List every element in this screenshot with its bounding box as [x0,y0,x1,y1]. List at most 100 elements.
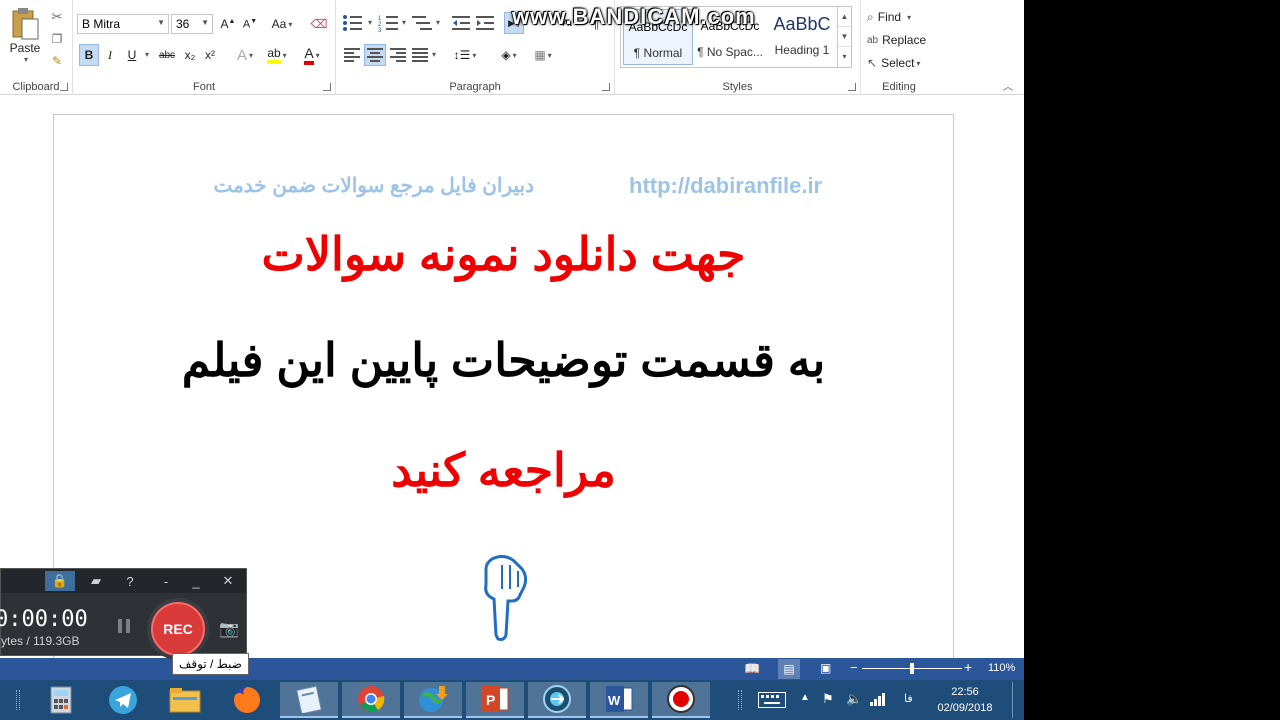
styles-group-label: Styles [722,81,753,93]
superscript-button[interactable]: x² [201,44,219,66]
calculator-icon [50,686,72,714]
highlight-button[interactable]: ab ▾ [263,44,291,66]
copy-icon: ❐ [51,32,63,46]
calculator-task[interactable] [32,682,90,718]
flag-icon[interactable]: ⚑ [822,691,834,707]
bullets-icon[interactable] [342,14,366,32]
pause-button[interactable] [118,619,132,635]
text-effects-button[interactable]: A ▾ [233,44,257,66]
style-heading-1[interactable]: AaBbC Heading 1 [767,9,837,65]
folder-icon[interactable]: ▰ [81,571,111,591]
select-button[interactable]: ↖ Select ▾ [867,54,920,72]
bandicam-task[interactable] [652,682,710,718]
find-button[interactable]: ⌕ Find ▾ [867,8,911,26]
chrome-task[interactable] [342,682,400,718]
web-layout-icon[interactable]: ▣ [820,661,831,675]
gallery-more-icon[interactable]: ▾ [838,47,851,67]
network-signal-icon[interactable] [870,692,886,706]
chevron-down-icon[interactable]: ▼ [838,27,851,47]
zoom-in-button[interactable]: + [964,659,972,675]
input-language[interactable]: فا [904,692,913,705]
styles-launcher[interactable] [848,83,856,91]
font-name-value: B Mitra [82,17,121,31]
font-color-button[interactable]: A ▾ [297,44,327,66]
line-spacing-icon: ↕☰ [453,48,471,62]
numbering-icon[interactable]: 1 2 3 [378,14,402,32]
paragraph-launcher[interactable] [602,83,610,91]
rec-button[interactable]: REC [151,602,205,656]
italic-button[interactable]: I [101,44,119,66]
chevron-down-icon: ▼ [157,18,165,27]
align-center-button[interactable] [364,44,386,66]
chevron-up-icon: ︿ [1003,81,1013,93]
clear-formatting-button[interactable]: ⌫ [309,14,329,34]
paste-button[interactable]: Paste ▾ [4,4,46,66]
replace-label: Replace [882,33,927,47]
camera-icon[interactable]: 📷 [219,619,239,639]
gallery-scroll[interactable]: ▲ ▼ ▾ [837,7,851,67]
zoom-slider-thumb[interactable] [910,663,914,674]
grow-font-button[interactable]: A▲ [219,14,237,34]
minimize-mode-icon[interactable]: - [151,571,181,591]
powerpoint-icon: P [482,686,509,712]
print-layout-icon[interactable]: ▤ [778,659,800,679]
notepad-task[interactable] [280,682,338,718]
file-explorer-task[interactable] [156,682,214,718]
copy-button[interactable]: ❐ [48,30,66,48]
folder-icon [169,688,201,713]
teamviewer-task[interactable] [528,682,586,718]
bold-button[interactable]: B [79,44,99,66]
shading-button[interactable]: ◈ ▾ [494,44,524,66]
clock-time: 22:56 [951,686,979,698]
format-painter-button[interactable]: ✎ [48,52,66,70]
read-mode-icon[interactable]: 📖 [744,661,760,677]
firefox-task[interactable] [218,682,276,718]
decrease-indent-icon[interactable] [452,14,472,32]
rec-tooltip: ضبط / توقف [172,653,249,675]
line-spacing-button[interactable]: ↕☰ ▾ [450,44,480,66]
clock[interactable]: 22:56 02/09/2018 [930,684,1000,716]
increase-indent-icon[interactable] [476,14,496,32]
style-name: ¶ No Spac... [697,45,763,59]
lock-icon[interactable]: 🔒 [45,571,75,591]
font-name-combo[interactable]: B Mitra ▼ [77,14,169,34]
font-size-combo[interactable]: 36 ▼ [171,14,213,34]
download-manager-task[interactable] [404,682,462,718]
tray-overflow-icon[interactable]: ▲ [800,692,810,703]
volume-icon[interactable]: 🔈 [846,691,862,707]
zoom-out-button[interactable]: − [850,660,858,675]
clipboard-launcher[interactable] [60,83,68,91]
collapse-ribbon-button[interactable]: ︿ [1000,78,1016,93]
svg-text:W: W [608,693,621,708]
borders-button[interactable]: ▦ ▾ [528,44,558,66]
keyboard-icon[interactable] [758,692,786,708]
black-side-bar [1024,0,1280,720]
change-case-button[interactable]: Aa ▾ [267,14,297,34]
scissors-icon: ✂ [51,9,63,24]
word-icon: W [606,686,633,712]
font-launcher[interactable] [323,83,331,91]
strikethrough-button[interactable]: abc [155,44,179,66]
underline-button[interactable]: U [123,44,141,66]
align-right-icon[interactable] [390,48,406,62]
powerpoint-task[interactable]: P [466,682,524,718]
show-desktop-button[interactable] [1012,682,1013,718]
change-case-label: Aa [271,17,287,31]
multilevel-list-icon[interactable] [412,14,436,32]
shrink-font-button[interactable]: A▼ [241,14,259,34]
zoom-level[interactable]: 110% [988,662,1015,674]
telegram-task[interactable] [94,682,152,718]
replace-button[interactable]: ab Replace [867,31,926,49]
chevron-up-icon[interactable]: ▲ [838,7,851,27]
help-icon[interactable]: ? [115,571,145,591]
round-app-icon [543,685,571,713]
close-icon[interactable]: ✕ [213,571,243,591]
taskbar-grip [16,690,20,710]
minimize-icon[interactable]: _ [181,571,211,591]
word-task[interactable]: W [590,682,648,718]
zoom-slider[interactable] [862,663,962,674]
justify-icon[interactable] [412,48,428,62]
align-left-icon[interactable] [344,48,360,62]
cut-button[interactable]: ✂ [48,8,66,26]
subscript-button[interactable]: x₂ [181,44,199,66]
